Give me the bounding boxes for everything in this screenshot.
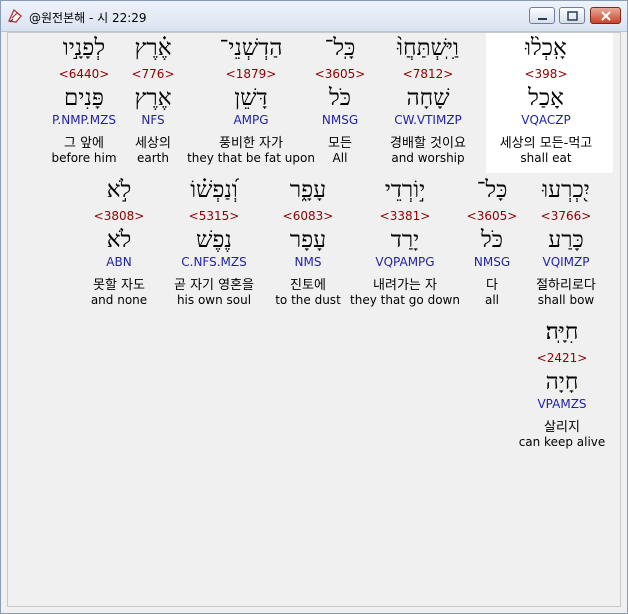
- hebrew-text: לֹ֣א: [106, 177, 132, 203]
- hebrew-text: חִיָּֽה׃: [545, 319, 579, 345]
- window-title: @원전본해 - 시 22:29: [29, 11, 147, 25]
- hebrew-text: לְפָנָ֣יו: [62, 35, 106, 61]
- title-bar[interactable]: @원전본해 - 시 22:29: [1, 1, 627, 32]
- english-gloss: can keep alive: [518, 435, 606, 449]
- parsing-code: VPAMZS: [537, 397, 587, 411]
- interlinear-view[interactable]: אָֽכְל֨וּ <398> אָכַל VQACZP 세상의 모든-먹고 s…: [7, 32, 621, 607]
- english-gloss: before him: [51, 151, 117, 165]
- strongs-number[interactable]: <6440>: [4, 67, 164, 81]
- maximize-icon: [567, 11, 578, 21]
- strongs-number[interactable]: <2421>: [482, 351, 628, 365]
- lemma-text: פָּנִים: [64, 85, 104, 111]
- minimize-icon: [538, 18, 547, 20]
- english-gloss: and none: [90, 293, 148, 307]
- bible-app-icon: [8, 8, 22, 23]
- korean-gloss: 그 앞에: [63, 136, 104, 151]
- minimize-button[interactable]: [529, 7, 555, 24]
- korean-gloss: 못할 자도: [93, 278, 145, 293]
- lemma-text: חָיָה: [545, 369, 579, 395]
- close-icon: [601, 11, 611, 21]
- strongs-number[interactable]: <3808>: [39, 209, 199, 223]
- korean-gloss: 살리지: [544, 420, 580, 435]
- maximize-button[interactable]: [559, 7, 585, 24]
- close-button[interactable]: [590, 7, 621, 24]
- parsing-code: P.NMP.MZS: [52, 113, 116, 127]
- lemma-text: לֹא: [106, 227, 132, 253]
- app-window: @원전본해 - 시 22:29 אָֽכְל֨וּ <398> אָכַל VQ…: [0, 0, 628, 614]
- parsing-code: ABN: [106, 255, 132, 269]
